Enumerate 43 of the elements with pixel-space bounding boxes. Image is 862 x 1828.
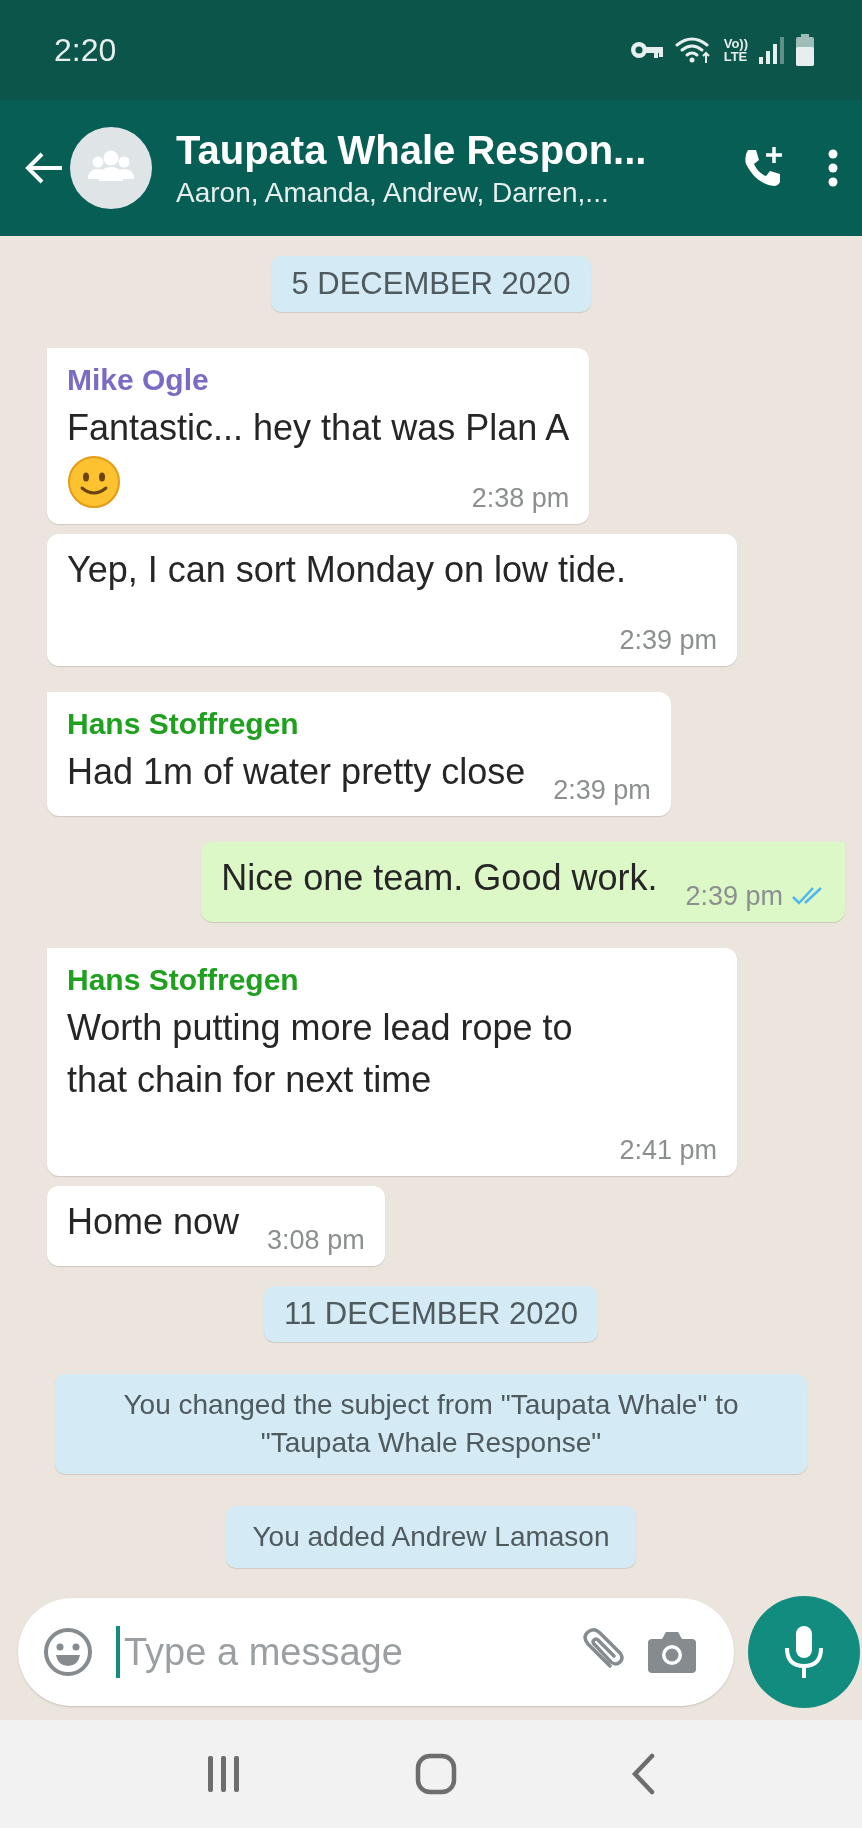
status-time: 2:20 [54,31,117,69]
date-label: 11 DECEMBER 2020 [263,1286,599,1342]
battery-icon [796,34,814,66]
message-field[interactable]: Type a message [18,1598,734,1706]
sender-name: Hans Stoffregen [67,962,300,998]
sender-name: Hans Stoffregen [67,706,300,742]
text-cursor [116,1626,120,1678]
message-text: Yep, I can sort Monday on low tide. [67,548,626,592]
message-text: Nice one team. Good work. [221,856,658,900]
chat-title[interactable]: Taupata Whale Respon... [176,127,698,173]
participants-list[interactable]: Aaron, Amanda, Andrew, Darren,... [176,176,698,209]
message-text: Worth putting more lead rope to that chain for next time [67,1006,574,1102]
message-time: 2:38 pm [471,482,570,514]
sender-name: Mike Ogle [67,362,210,398]
message-text: Had 1m of water pretty close [67,750,526,794]
message-input[interactable]: Type a message [122,1629,550,1675]
message-time: 3:08 pm [267,1224,365,1256]
back-icon[interactable] [629,1753,656,1795]
signal-icon [758,35,786,65]
message-text: Fantastic... hey that was Plan A [67,406,570,450]
key-icon [629,40,664,60]
message-bubble[interactable]: Hans Stoffregen Had 1m of water pretty close 2:39 pm [47,692,671,816]
system-message: You changed the subject from "Taupata Whale" to "Taupata Whale Response" [55,1374,807,1474]
group-avatar[interactable] [70,127,152,209]
date-label: 5 DECEMBER 2020 [271,256,591,312]
message-bubble[interactable]: Mike Ogle Fantastic... hey that was Plan A 2:38 pm [47,348,590,524]
camera-icon[interactable] [646,1629,698,1675]
message-time: 2:39 pm [685,880,783,912]
message-text: Home now [67,1200,240,1244]
emoji-icon[interactable] [42,1626,94,1678]
back-arrow-icon[interactable] [24,151,64,185]
message-bubble[interactable]: Yep, I can sort Monday on low tide. 2:39 pm [47,534,737,666]
message-time: 2:39 pm [553,774,651,806]
home-icon[interactable] [415,1753,457,1795]
menu-icon[interactable] [826,148,840,188]
message-bubble[interactable]: Nice one team. Good work. 2:39 pm [201,842,845,922]
message-bubble[interactable]: Home now 3:08 pm [47,1186,385,1266]
message-bubble[interactable]: Hans Stoffregen Worth putting more lead rope to that chain for next time 2:41 pm [47,948,737,1176]
system-message: You added Andrew Lamason [226,1506,636,1568]
volte-indicator: Vo)) LTE [723,37,748,63]
message-time: 2:41 pm [619,1134,717,1166]
message-time: 2:39 pm [619,624,717,656]
microphone-button[interactable] [748,1596,860,1708]
